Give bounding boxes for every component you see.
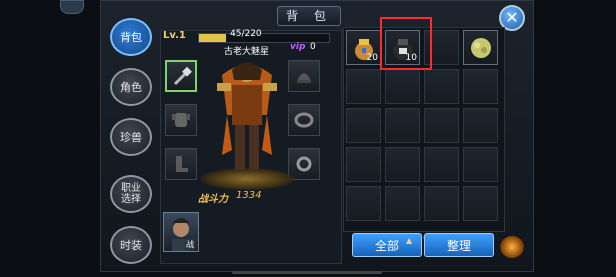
- tab-label: 角色: [120, 81, 142, 94]
- inventory-cell[interactable]: [424, 147, 459, 182]
- equip-slot-boots[interactable]: [165, 148, 197, 180]
- home-indicator: [232, 271, 382, 274]
- tab-label: 背包: [120, 31, 142, 44]
- inventory-cell[interactable]: [385, 69, 420, 104]
- item-herb-icon: [466, 33, 496, 67]
- power-value: 1334: [236, 190, 262, 201]
- sort-label: 整理: [446, 239, 471, 253]
- bracelet-icon: [294, 112, 314, 128]
- inventory-cell[interactable]: [463, 147, 498, 182]
- tab-bag[interactable]: 背包: [110, 18, 152, 56]
- exp-fill: [199, 34, 226, 42]
- tab-fashion[interactable]: 时装: [110, 226, 152, 264]
- equip-slot-weapon[interactable]: [165, 60, 197, 92]
- tab-label: 珍兽: [120, 131, 142, 144]
- inventory-cell[interactable]: [385, 108, 420, 143]
- equip-slot-helmet[interactable]: [288, 60, 320, 92]
- vip-level: 0: [310, 42, 316, 52]
- inventory-cell[interactable]: [346, 69, 381, 104]
- power-label: 战斗力: [198, 194, 228, 205]
- tab-class[interactable]: 职业 选择: [110, 175, 152, 213]
- ring-icon: [296, 156, 312, 172]
- inventory-cell[interactable]: [463, 186, 498, 221]
- top-corner-icon: [60, 0, 84, 14]
- inventory-cell[interactable]: [463, 30, 498, 65]
- highlight-box: [380, 17, 432, 70]
- inventory-cell[interactable]: [424, 69, 459, 104]
- inventory-cell[interactable]: 20: [346, 30, 381, 65]
- window-title: 背 包: [277, 6, 341, 26]
- flame-icon: [500, 236, 524, 258]
- sort-button[interactable]: 整理: [424, 233, 494, 257]
- level-label: Lv.1: [163, 30, 186, 41]
- tab-pet[interactable]: 珍兽: [110, 118, 152, 156]
- caret-up-icon: ▲: [406, 236, 413, 245]
- inventory-cell[interactable]: [463, 108, 498, 143]
- inventory-cell[interactable]: [346, 147, 381, 182]
- tab-label: 职业 选择: [121, 183, 141, 205]
- boots-icon: [176, 156, 188, 172]
- portrait-tag: 战: [185, 239, 195, 250]
- close-icon: ✕: [505, 8, 519, 27]
- inventory-cell[interactable]: [463, 69, 498, 104]
- shovel-icon: [173, 66, 192, 86]
- inventory-cell[interactable]: [424, 108, 459, 143]
- all-label: 全部: [374, 239, 399, 253]
- vip-label: vip: [290, 42, 306, 52]
- inventory-cell[interactable]: [424, 186, 459, 221]
- equip-slot-armor[interactable]: [165, 104, 197, 136]
- item-count: 20: [366, 53, 378, 63]
- inventory-cell[interactable]: [346, 108, 381, 143]
- tab-character[interactable]: 角色: [110, 68, 152, 106]
- inventory-cell[interactable]: [385, 186, 420, 221]
- exp-text: 45/220: [230, 29, 262, 39]
- inventory-cell[interactable]: [385, 147, 420, 182]
- armor-icon: [172, 113, 190, 127]
- inventory-cell[interactable]: [346, 186, 381, 221]
- helmet-icon: [297, 73, 311, 83]
- tab-label: 时装: [120, 239, 142, 252]
- equip-slot-bracelet[interactable]: [288, 104, 320, 136]
- hero-model: [217, 62, 277, 170]
